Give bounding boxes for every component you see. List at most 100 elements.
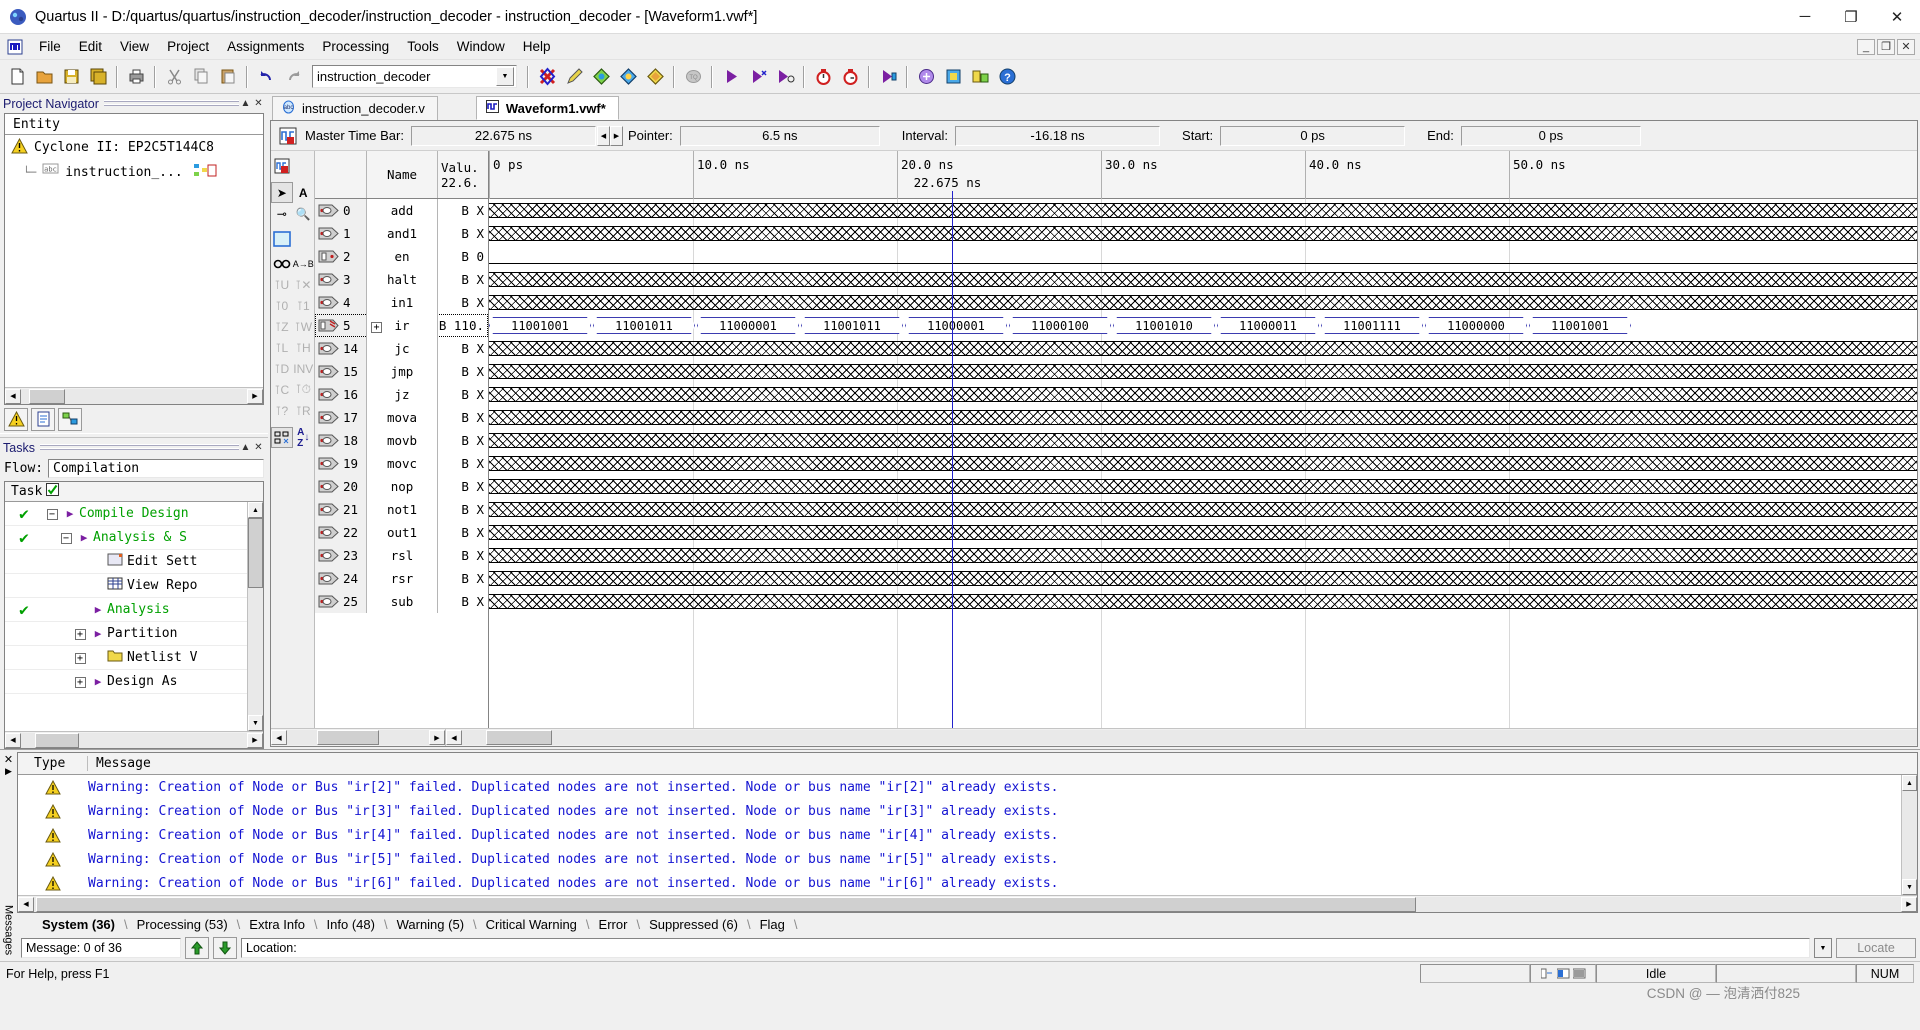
project-navigator-row-device[interactable]: Cyclone II: EP2C5T144C8 xyxy=(5,135,263,160)
print-icon[interactable] xyxy=(123,64,149,90)
text-tool-icon[interactable]: A xyxy=(293,182,314,203)
spin-right-icon[interactable]: ▶ xyxy=(609,125,623,146)
scroll-up-icon[interactable]: ▲ xyxy=(248,502,263,518)
message-down-icon[interactable] xyxy=(213,937,237,959)
hierarchy-tab-icon[interactable] xyxy=(4,407,28,431)
maximize-button[interactable]: ❐ xyxy=(1828,0,1874,34)
files-tab-icon[interactable] xyxy=(31,407,55,431)
waveform-trace-row[interactable] xyxy=(489,199,1917,222)
signal-name-cell[interactable]: rsl xyxy=(367,543,438,567)
signal-name-cell[interactable]: and1 xyxy=(367,221,438,245)
fullscreen-icon[interactable] xyxy=(271,228,293,249)
signal-name-cell[interactable]: out1 xyxy=(367,520,438,544)
copy-icon[interactable] xyxy=(188,64,214,90)
signal-row[interactable]: 15 jmp B X xyxy=(315,359,488,383)
waveform-trace-row[interactable] xyxy=(489,406,1917,429)
overwrite-dontcare-icon[interactable]: ⊺✕ xyxy=(293,274,315,295)
task-run-arrow-icon[interactable]: ▶ xyxy=(89,603,107,616)
task-expander-icon[interactable]: + xyxy=(71,626,89,641)
signal-row[interactable]: 24 rsr B X xyxy=(315,566,488,590)
edit-pencil-icon[interactable] xyxy=(561,64,587,90)
mdi-close-button[interactable]: ✕ xyxy=(1897,38,1915,55)
bus-expander-icon[interactable]: + xyxy=(371,318,382,333)
waveform-trace-row[interactable] xyxy=(489,475,1917,498)
mdi-restore-button[interactable]: ❐ xyxy=(1877,38,1895,55)
signal-row[interactable]: 14 jc B X xyxy=(315,336,488,360)
scroll-left-icon[interactable]: ◀ xyxy=(5,732,21,748)
signal-row[interactable]: 19 movc B X xyxy=(315,451,488,475)
waveform-hscrollbar[interactable]: ◀ xyxy=(445,729,1917,746)
open-file-icon[interactable] xyxy=(31,64,57,90)
overwrite-count-icon[interactable]: ⊺C xyxy=(271,379,293,400)
master-time-bar-value[interactable]: 22.675 ns xyxy=(410,125,596,146)
overwrite-random-icon[interactable]: ⊺? xyxy=(271,400,293,421)
task-expander-icon[interactable]: + xyxy=(71,674,89,689)
location-field[interactable]: Location: xyxy=(241,938,1810,958)
overwrite-highz-icon[interactable]: ⊺Z xyxy=(271,316,293,337)
signal-name-cell[interactable]: + ir xyxy=(367,313,438,337)
signal-row[interactable]: 3 halt B X xyxy=(315,267,488,291)
hscroll-thumb[interactable] xyxy=(35,732,79,748)
overwrite-weaklow-icon[interactable]: ⊺L xyxy=(271,337,293,358)
hscroll-track[interactable] xyxy=(462,730,1917,745)
design-units-tab-icon[interactable] xyxy=(58,407,82,431)
tab-instruction-decoder-v[interactable]: abc instruction_decoder.v xyxy=(272,96,438,120)
panel-close-icon[interactable]: ✕ xyxy=(252,98,265,109)
menu-item-help[interactable]: Help xyxy=(514,36,560,57)
signal-row[interactable]: 0 add B X xyxy=(315,198,488,222)
hscroll-track[interactable] xyxy=(21,388,247,404)
stop-compilation-icon[interactable] xyxy=(534,64,560,90)
master-time-bar-spinner[interactable]: ◀ ▶ xyxy=(596,125,623,146)
signal-name-cell[interactable]: rsr xyxy=(367,566,438,590)
timing-analyzer-icon[interactable] xyxy=(810,64,836,90)
messages-tab-flag[interactable]: Flag xyxy=(751,917,794,932)
waveform-trace-row[interactable]: 11001001 11001011 11000001 11001011 11000001… xyxy=(489,314,1917,337)
hscroll-track[interactable] xyxy=(21,732,247,748)
signal-row[interactable]: 5 + ir B 110. xyxy=(315,313,488,337)
signal-name-cell[interactable]: add xyxy=(367,198,438,222)
waveform-trace-row[interactable] xyxy=(489,429,1917,452)
waveform-trace-row[interactable] xyxy=(489,590,1917,613)
signal-name-cell[interactable]: jc xyxy=(367,336,438,360)
names-hscrollbar[interactable]: ◀ ▶ xyxy=(271,729,445,746)
undo-icon[interactable] xyxy=(253,64,279,90)
messages-close-icon[interactable]: ✕ xyxy=(4,753,13,766)
task-run-arrow-icon[interactable]: ▶ xyxy=(89,627,107,640)
message-row[interactable]: Warning: Creation of Node or Bus "ir[4]"… xyxy=(18,823,1901,847)
waveform-trace-row[interactable] xyxy=(489,567,1917,590)
analysis-synthesis-icon[interactable] xyxy=(588,64,614,90)
snap-grid-icon[interactable] xyxy=(271,427,293,448)
signal-row[interactable]: 2 en B 0 xyxy=(315,244,488,268)
signal-row[interactable]: 22 out1 B X xyxy=(315,520,488,544)
signal-row[interactable]: 20 nop B X xyxy=(315,474,488,498)
menu-item-window[interactable]: Window xyxy=(448,36,514,57)
overwrite-clock-icon[interactable]: ⊺D xyxy=(271,358,293,379)
menu-item-project[interactable]: Project xyxy=(158,36,218,57)
waveform-settings-icon[interactable] xyxy=(271,155,293,176)
tasks-vscrollbar[interactable]: ▲ ▼ xyxy=(247,502,263,731)
task-run-arrow-icon[interactable]: ▶ xyxy=(61,507,79,520)
message-row[interactable]: Warning: Creation of Node or Bus "ir[5]"… xyxy=(18,847,1901,871)
overwrite-low-icon[interactable]: ⊺0 xyxy=(271,295,293,316)
signal-name-cell[interactable]: mova xyxy=(367,405,438,429)
save-all-icon[interactable] xyxy=(85,64,111,90)
waveform-trace-row[interactable] xyxy=(489,521,1917,544)
sort-az-icon[interactable]: A Z ↓ xyxy=(293,427,314,449)
tasks-pin-icon[interactable]: ▲ xyxy=(239,442,252,453)
mdi-minimize-button[interactable]: _ xyxy=(1857,38,1875,55)
waveform-rows[interactable]: 11001001 11001011 11000001 11001011 11000001… xyxy=(489,199,1917,728)
messages-tab-suppressed-6[interactable]: Suppressed (6) xyxy=(640,917,747,932)
tasks-hscrollbar[interactable]: ◀ ▶ xyxy=(5,731,263,748)
new-file-icon[interactable] xyxy=(4,64,30,90)
tab-waveform1-vwf[interactable]: Waveform1.vwf* xyxy=(475,96,619,120)
scroll-right-icon[interactable]: ▶ xyxy=(429,730,445,745)
task-checkbox-icon[interactable] xyxy=(46,483,60,500)
redo-icon[interactable] xyxy=(280,64,306,90)
signal-name-cell[interactable]: halt xyxy=(367,267,438,291)
start-compilation-icon[interactable] xyxy=(718,64,744,90)
vscroll-track[interactable] xyxy=(1902,791,1917,879)
task-row[interactable]: + Netlist V xyxy=(5,646,247,670)
hscroll-thumb[interactable] xyxy=(317,730,379,745)
scroll-left-icon[interactable]: ◀ xyxy=(446,730,462,745)
locate-button[interactable]: Locate xyxy=(1836,938,1916,958)
